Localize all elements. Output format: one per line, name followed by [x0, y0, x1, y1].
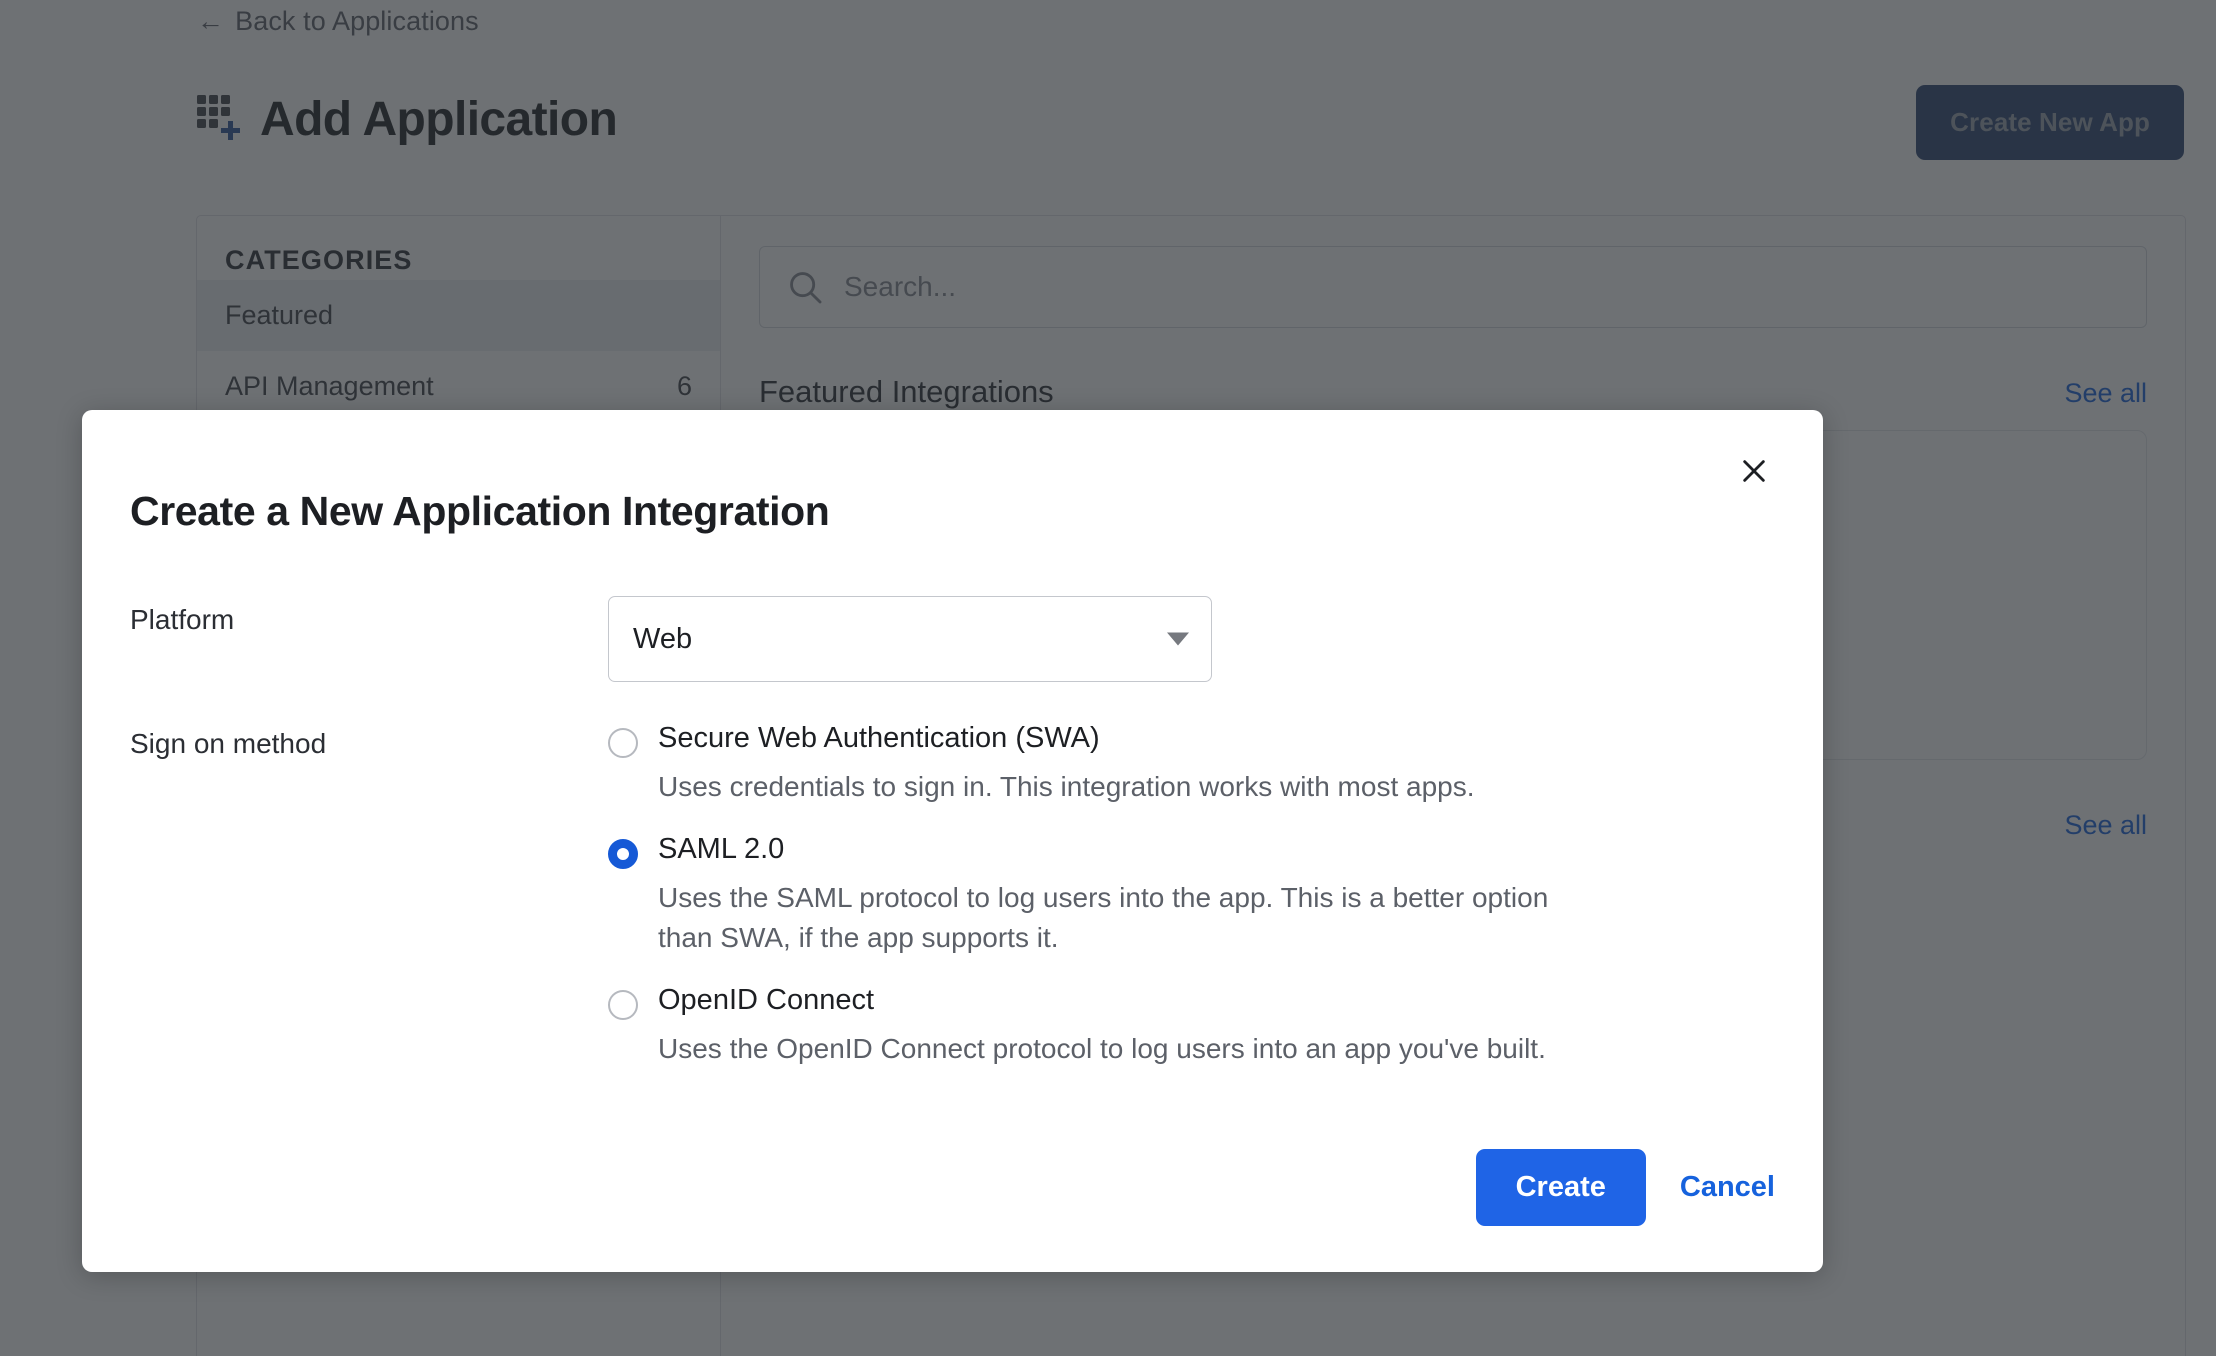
platform-select-value: Web: [633, 623, 692, 656]
sign-on-method-label: Sign on method: [130, 720, 608, 1069]
create-integration-dialog: Create a New Application Integration Pla…: [82, 410, 1823, 1272]
radio-indicator[interactable]: [608, 728, 638, 758]
radio-description: Uses the OpenID Connect protocol to log …: [658, 1029, 1546, 1069]
sign-on-method-row: Sign on method Secure Web Authentication…: [130, 720, 1593, 1069]
screen: ← Back to Applications: [0, 0, 2216, 1356]
radio-indicator[interactable]: [608, 839, 638, 869]
cancel-button[interactable]: Cancel: [1680, 1171, 1775, 1204]
dialog-title: Create a New Application Integration: [130, 488, 829, 535]
sign-on-method-radio-group: Secure Web Authentication (SWA) Uses cre…: [608, 720, 1593, 1069]
radio-label: SAML 2.0: [658, 831, 1593, 867]
platform-label: Platform: [130, 596, 608, 682]
radio-body: OpenID Connect Uses the OpenID Connect p…: [658, 982, 1546, 1069]
create-button[interactable]: Create: [1476, 1149, 1646, 1226]
radio-label: Secure Web Authentication (SWA): [658, 720, 1475, 756]
close-icon[interactable]: [1731, 448, 1777, 494]
radio-indicator[interactable]: [608, 990, 638, 1020]
chevron-down-icon: [1167, 633, 1189, 646]
radio-description: Uses credentials to sign in. This integr…: [658, 767, 1475, 807]
radio-option-swa[interactable]: Secure Web Authentication (SWA) Uses cre…: [608, 720, 1593, 807]
radio-option-saml[interactable]: SAML 2.0 Uses the SAML protocol to log u…: [608, 831, 1593, 958]
spacer: [608, 807, 1593, 831]
spacer: [608, 958, 1593, 982]
dialog-actions: Create Cancel: [1476, 1149, 1775, 1226]
platform-field-row: Platform Web: [130, 596, 1212, 682]
radio-description: Uses the SAML protocol to log users into…: [658, 878, 1593, 958]
platform-select[interactable]: Web: [608, 596, 1212, 682]
radio-body: Secure Web Authentication (SWA) Uses cre…: [658, 720, 1475, 807]
radio-label: OpenID Connect: [658, 982, 1546, 1018]
radio-option-openid-connect[interactable]: OpenID Connect Uses the OpenID Connect p…: [608, 982, 1593, 1069]
radio-body: SAML 2.0 Uses the SAML protocol to log u…: [658, 831, 1593, 958]
